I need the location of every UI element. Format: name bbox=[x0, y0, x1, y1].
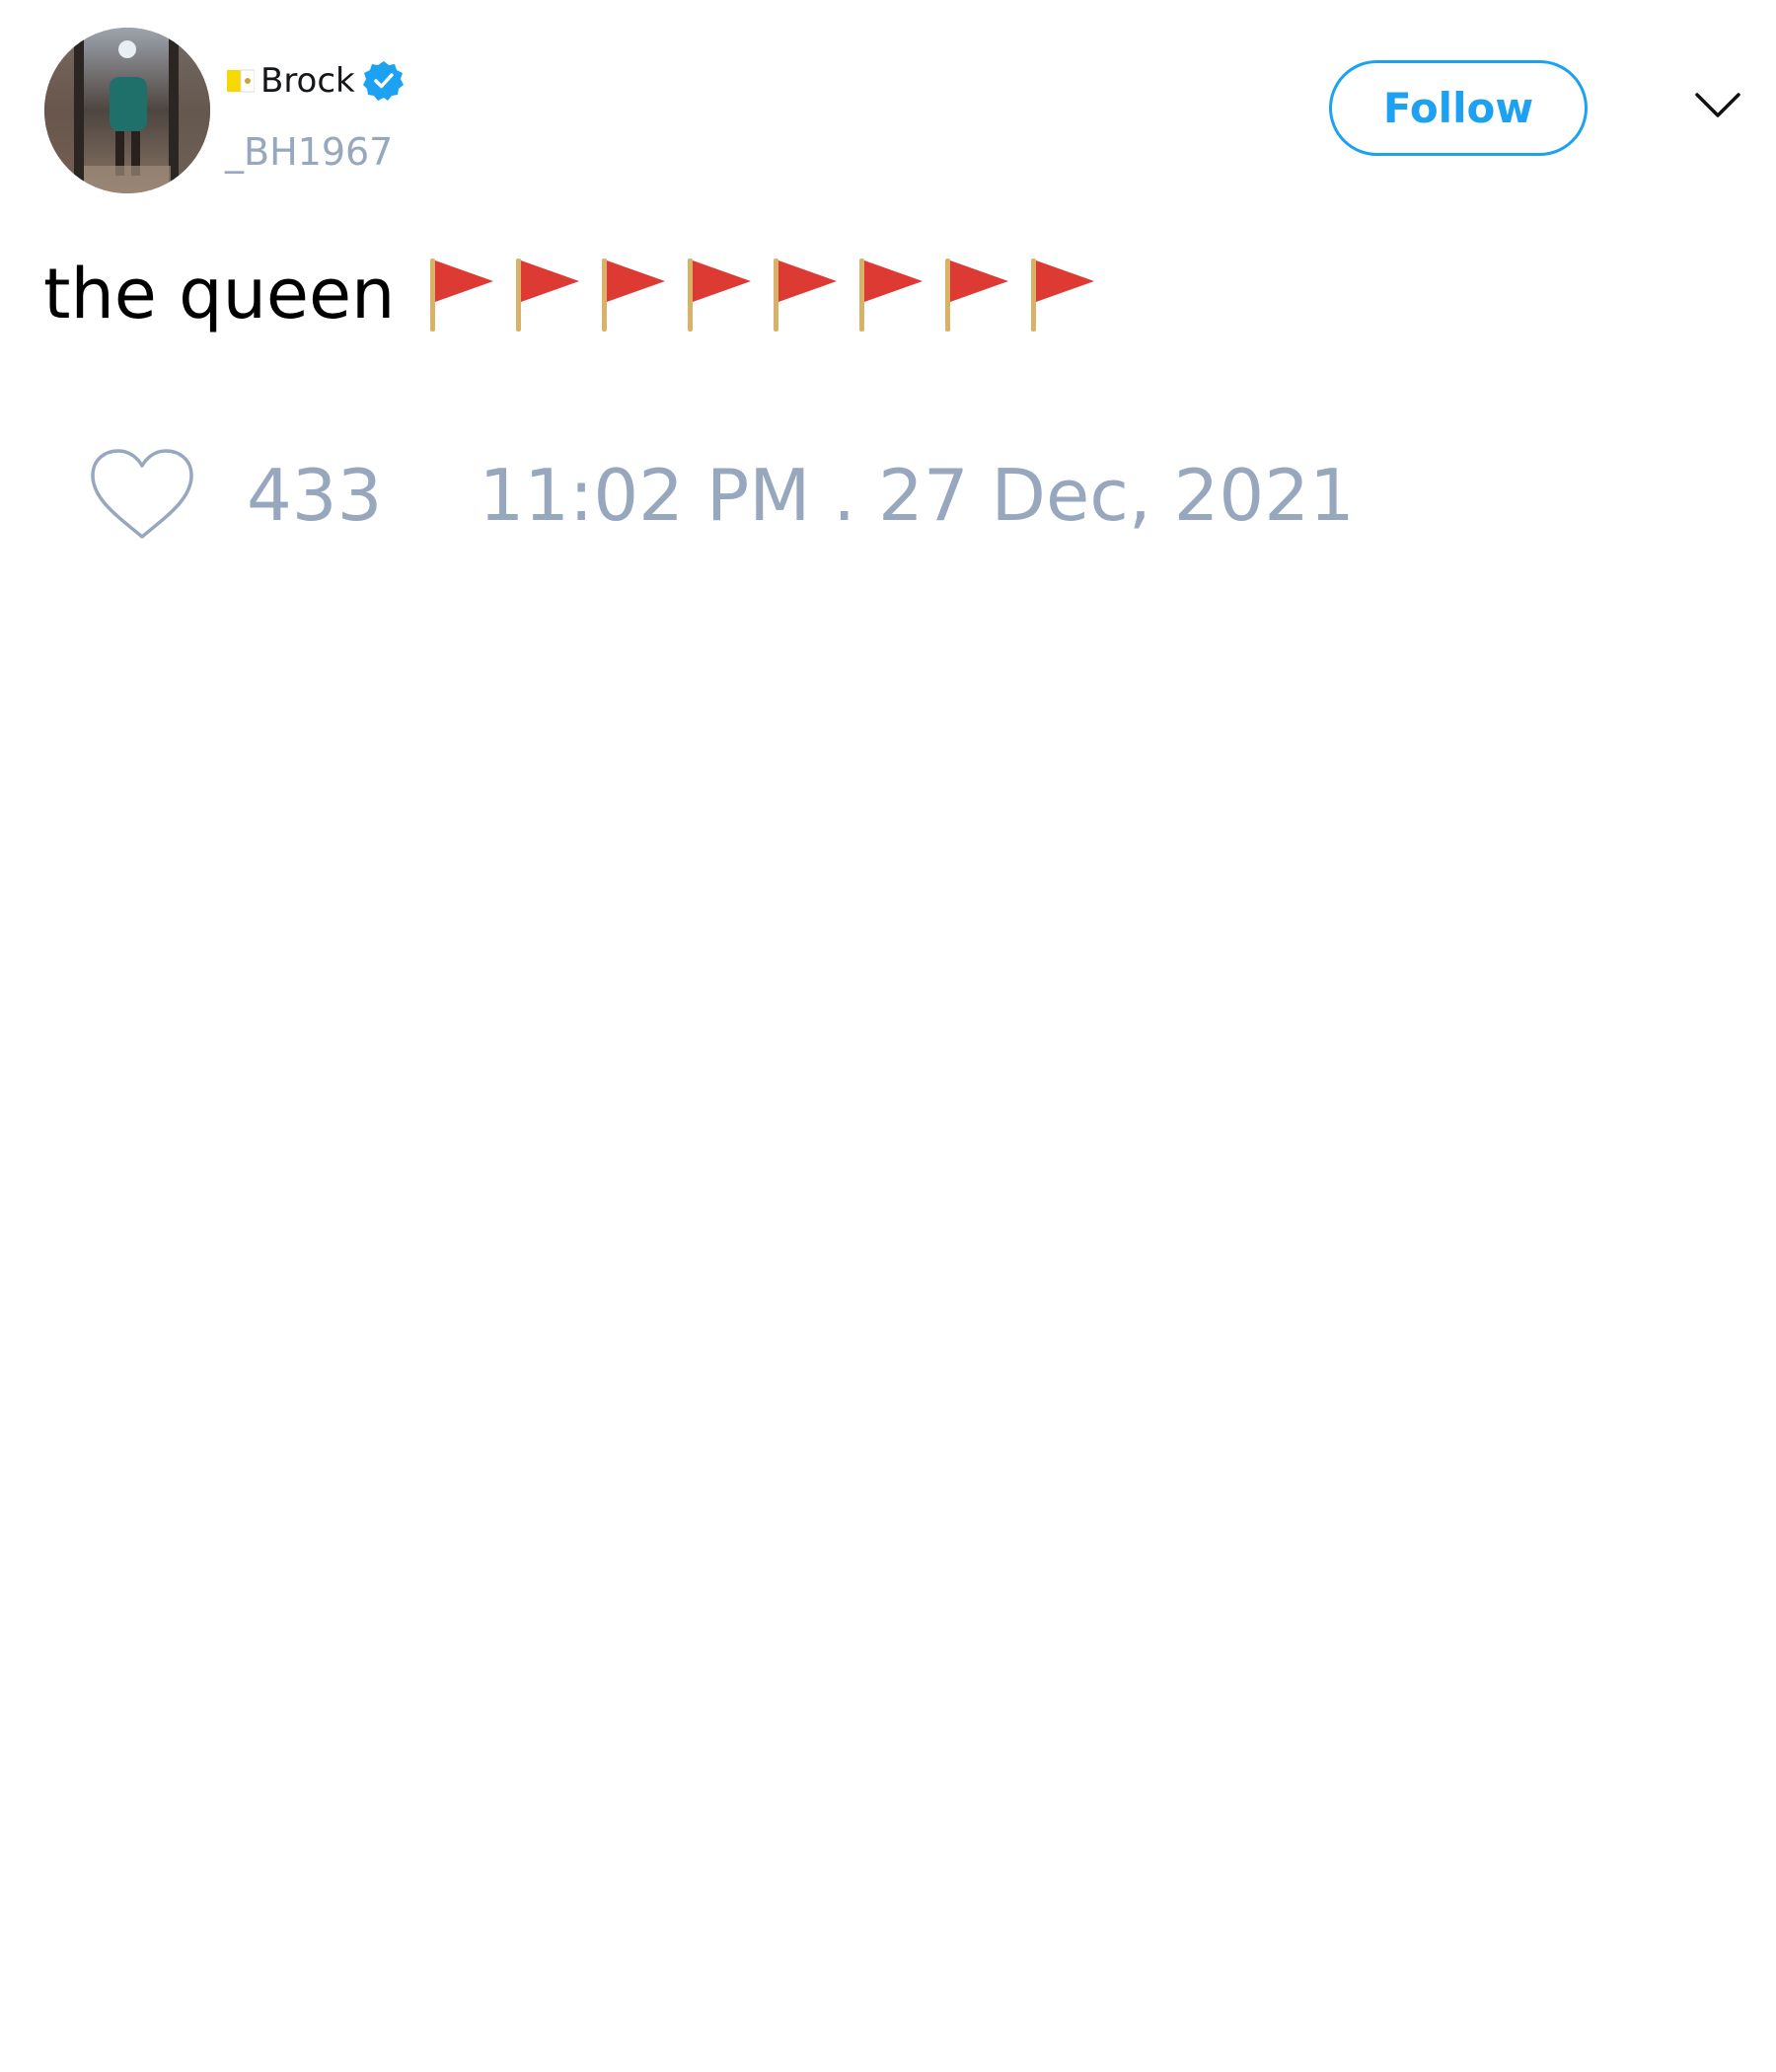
tweet-timestamp[interactable]: 11:02 PM . 27 Dec, 2021 bbox=[479, 454, 1354, 537]
verified-badge-icon bbox=[362, 59, 406, 103]
red-triangular-flag-icon bbox=[688, 259, 752, 332]
red-triangular-flag-icon bbox=[1031, 259, 1095, 332]
author-display-name[interactable]: Brock bbox=[260, 55, 355, 107]
author-handle[interactable]: _BH1967 bbox=[225, 126, 393, 178]
red-triangular-flag-icon bbox=[859, 259, 924, 332]
tweet-footer: 433 11:02 PM . 27 Dec, 2021 bbox=[89, 446, 1355, 545]
red-triangular-flag-icon bbox=[516, 259, 580, 332]
red-triangular-flag-icon bbox=[430, 259, 494, 332]
chevron-down-icon[interactable] bbox=[1693, 91, 1742, 120]
tweet-body: the queen bbox=[43, 245, 1113, 343]
tweet-emoji-group bbox=[426, 255, 1113, 333]
follow-button[interactable]: Follow bbox=[1329, 60, 1588, 156]
red-triangular-flag-icon bbox=[602, 259, 666, 332]
avatar[interactable] bbox=[44, 28, 210, 193]
red-triangular-flag-icon bbox=[945, 259, 1009, 332]
author-name-row[interactable]: Brock bbox=[227, 55, 406, 107]
red-triangular-flag-icon bbox=[774, 259, 838, 332]
heart-icon[interactable] bbox=[89, 448, 195, 543]
vatican-flag-icon bbox=[227, 69, 256, 93]
tweet-text: the queen bbox=[43, 254, 396, 334]
like-count: 433 bbox=[247, 454, 383, 537]
